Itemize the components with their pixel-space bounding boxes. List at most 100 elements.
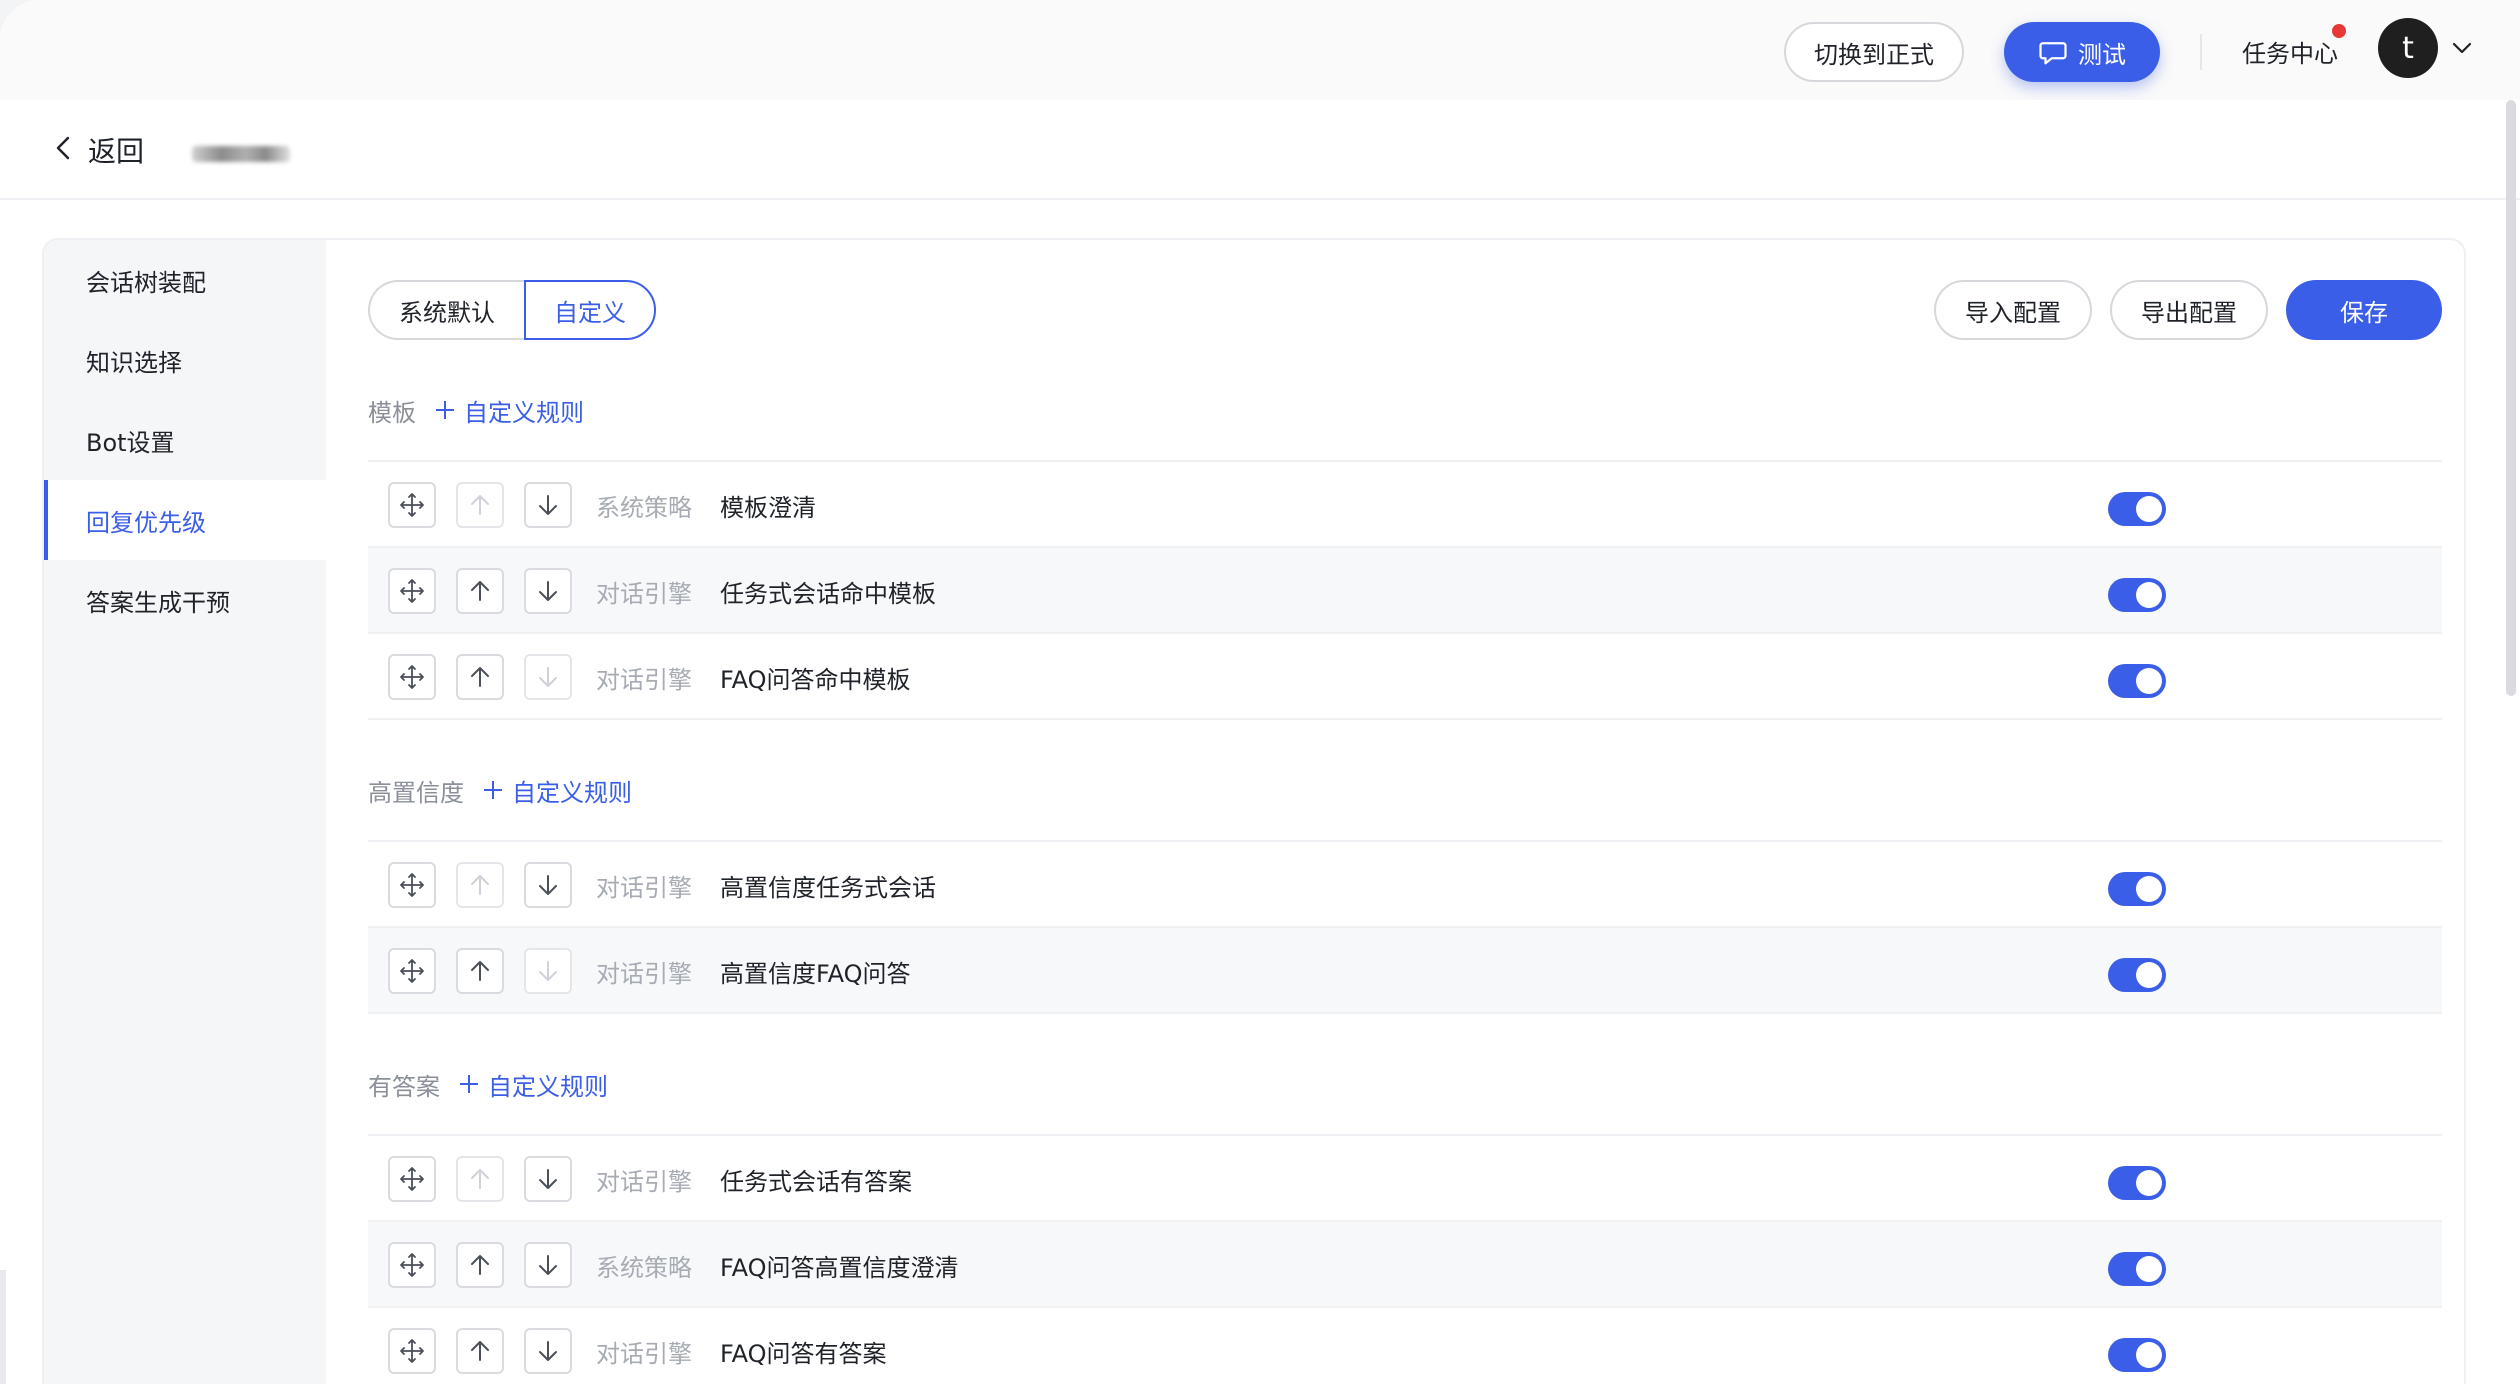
- rule-row: 对话引擎 高置信度FAQ问答: [368, 928, 2442, 1014]
- move-down-button[interactable]: [524, 1328, 572, 1374]
- move-icon: [400, 665, 424, 689]
- plus-icon: [484, 781, 502, 799]
- move-icon: [400, 1167, 424, 1191]
- arrow-up-icon: [471, 1341, 489, 1361]
- sidebar-item-reply-priority[interactable]: 回复优先级: [44, 480, 326, 560]
- move-up-button[interactable]: [456, 862, 504, 908]
- drag-handle[interactable]: [388, 1328, 436, 1374]
- test-button[interactable]: 测试: [2004, 22, 2160, 82]
- rule-name: 模板澄清: [720, 494, 816, 522]
- move-down-button[interactable]: [524, 948, 572, 994]
- settings-panel: 会话树装配 知识选择 Bot设置 回复优先级 答案生成干预 系统默认 自定义 导…: [42, 238, 2466, 1384]
- move-up-button[interactable]: [456, 568, 504, 614]
- rule-row: 对话引擎 FAQ问答命中模板: [368, 634, 2442, 720]
- drag-handle[interactable]: [388, 948, 436, 994]
- drag-handle[interactable]: [388, 654, 436, 700]
- move-up-button[interactable]: [456, 1328, 504, 1374]
- rule-source: 对话引擎: [596, 1168, 692, 1196]
- window-edge: [0, 1270, 6, 1384]
- rule-row: 对话引擎 FAQ问答有答案: [368, 1308, 2442, 1384]
- page-scrollbar[interactable]: [2506, 100, 2516, 696]
- rule-enabled-toggle[interactable]: [2108, 578, 2166, 612]
- mode-custom-tab[interactable]: 自定义: [524, 280, 656, 340]
- back-link[interactable]: 返回: [88, 130, 144, 170]
- move-icon: [400, 1253, 424, 1277]
- save-button[interactable]: 保存: [2286, 280, 2442, 340]
- switch-to-production-button[interactable]: 切换到正式: [1784, 22, 1964, 82]
- sidebar-item-session-tree[interactable]: 会话树装配: [44, 240, 326, 320]
- plus-icon: [436, 401, 454, 419]
- section-title: 高置信度: [368, 778, 464, 807]
- move-down-button[interactable]: [524, 862, 572, 908]
- chevron-down-icon[interactable]: [2450, 36, 2474, 60]
- move-icon: [400, 873, 424, 897]
- arrow-down-icon: [539, 667, 557, 687]
- rule-enabled-toggle[interactable]: [2108, 492, 2166, 526]
- task-center-link[interactable]: 任务中心: [2242, 34, 2338, 69]
- drag-handle[interactable]: [388, 568, 436, 614]
- drag-handle[interactable]: [388, 862, 436, 908]
- rule-source: 对话引擎: [596, 1340, 692, 1368]
- move-up-button[interactable]: [456, 654, 504, 700]
- section-header: 有答案 自定义规则: [368, 1064, 608, 1104]
- plus-icon: [460, 1075, 478, 1093]
- add-custom-rule-label: 自定义规则: [488, 1072, 608, 1101]
- section-title: 有答案: [368, 1072, 440, 1101]
- arrow-down-icon: [539, 1255, 557, 1275]
- test-button-label: 测试: [2078, 40, 2126, 69]
- rule-source: 系统策略: [596, 1254, 692, 1282]
- rule-name: FAQ问答有答案: [720, 1340, 887, 1368]
- add-custom-rule-button[interactable]: 自定义规则: [482, 773, 632, 808]
- move-up-button[interactable]: [456, 1156, 504, 1202]
- move-icon: [400, 959, 424, 983]
- chat-bubble-icon: [2039, 42, 2067, 65]
- rule-enabled-toggle[interactable]: [2108, 1166, 2166, 1200]
- move-down-button[interactable]: [524, 654, 572, 700]
- rule-name: 高置信度FAQ问答: [720, 960, 911, 988]
- import-config-button[interactable]: 导入配置: [1934, 280, 2092, 340]
- rule-enabled-toggle[interactable]: [2108, 664, 2166, 698]
- arrow-up-icon: [471, 667, 489, 687]
- top-bar: 切换到正式 测试 任务中心 t: [0, 0, 2520, 100]
- rule-row: 对话引擎 高置信度任务式会话: [368, 842, 2442, 928]
- move-down-button[interactable]: [524, 1156, 572, 1202]
- arrow-up-icon: [471, 495, 489, 515]
- rule-enabled-toggle[interactable]: [2108, 872, 2166, 906]
- rule-enabled-toggle[interactable]: [2108, 958, 2166, 992]
- drag-handle[interactable]: [388, 1242, 436, 1288]
- mode-segmented-control: 系统默认 自定义: [368, 280, 656, 340]
- sidebar-item-bot-settings[interactable]: Bot设置: [44, 400, 326, 480]
- sidebar-item-knowledge[interactable]: 知识选择: [44, 320, 326, 400]
- rule-row: 对话引擎 任务式会话命中模板: [368, 548, 2442, 634]
- sidebar-item-answer-intervention[interactable]: 答案生成干预: [44, 560, 326, 640]
- add-custom-rule-button[interactable]: 自定义规则: [434, 393, 584, 428]
- rule-source: 对话引擎: [596, 960, 692, 988]
- move-up-button[interactable]: [456, 482, 504, 528]
- move-down-button[interactable]: [524, 482, 572, 528]
- move-down-button[interactable]: [524, 1242, 572, 1288]
- arrow-down-icon: [539, 581, 557, 601]
- add-custom-rule-label: 自定义规则: [464, 398, 584, 427]
- export-config-button[interactable]: 导出配置: [2110, 280, 2268, 340]
- move-down-button[interactable]: [524, 568, 572, 614]
- rule-name: 高置信度任务式会话: [720, 874, 936, 902]
- rule-row: 对话引擎 任务式会话有答案: [368, 1136, 2442, 1222]
- chevron-left-icon[interactable]: [52, 134, 76, 162]
- section-header: 模板 自定义规则: [368, 390, 584, 430]
- move-up-button[interactable]: [456, 1242, 504, 1288]
- rule-enabled-toggle[interactable]: [2108, 1338, 2166, 1372]
- mode-default-tab[interactable]: 系统默认: [368, 280, 524, 340]
- drag-handle[interactable]: [388, 1156, 436, 1202]
- rule-source: 系统策略: [596, 494, 692, 522]
- rule-enabled-toggle[interactable]: [2108, 1252, 2166, 1286]
- drag-handle[interactable]: [388, 482, 436, 528]
- arrow-down-icon: [539, 875, 557, 895]
- arrow-up-icon: [471, 1255, 489, 1275]
- arrow-up-icon: [471, 961, 489, 981]
- move-icon: [400, 1339, 424, 1363]
- bot-name-redacted: [192, 146, 290, 162]
- move-up-button[interactable]: [456, 948, 504, 994]
- user-avatar[interactable]: t: [2378, 18, 2438, 78]
- arrow-down-icon: [539, 1341, 557, 1361]
- add-custom-rule-button[interactable]: 自定义规则: [458, 1067, 608, 1102]
